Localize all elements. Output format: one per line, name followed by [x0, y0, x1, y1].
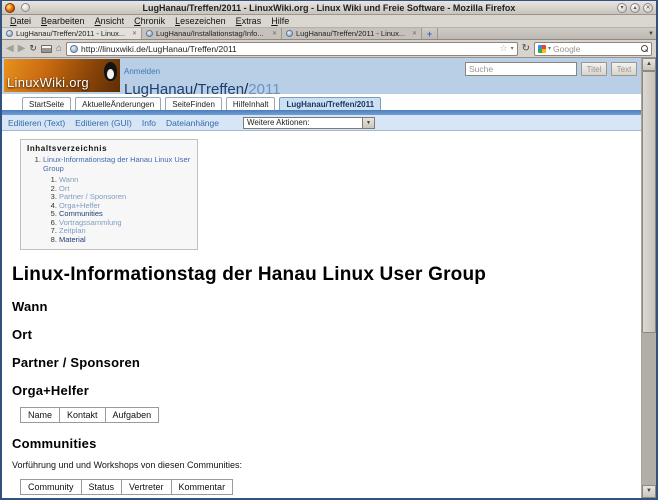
browser-viewport: LinuxWiki.org Anmelden LugHanau/Treffen/… [2, 58, 656, 498]
menu-ansicht[interactable]: Ansicht [90, 16, 130, 26]
list-all-tabs-icon[interactable]: ▼ [648, 28, 654, 39]
logo-text: LinuxWiki.org [7, 75, 89, 90]
reload-button[interactable]: ↻ [522, 43, 530, 54]
breadcrumb-lughanau[interactable]: LugHanau [124, 81, 193, 98]
wiki-header: LinuxWiki.org Anmelden LugHanau/Treffen/… [2, 58, 641, 94]
web-search-input[interactable] [553, 44, 639, 54]
communities-intro: Vorführung und und Workshops von diesen … [12, 460, 631, 470]
tab-close-icon[interactable]: ✕ [272, 30, 277, 37]
tab-hilfeinhalt[interactable]: HilfeInhalt [226, 97, 276, 110]
new-tab-button[interactable]: + [422, 28, 438, 39]
tab-seitefinden[interactable]: SeiteFinden [165, 97, 222, 110]
edit-bar: Editieren (Text) Editieren (GUI) Info Da… [2, 115, 641, 131]
tab-strip: LugHanau/Treffen/2011 - Linux... ✕ LugHa… [2, 28, 656, 40]
section-orga: Orga+Helfer [12, 383, 631, 398]
edit-text-link[interactable]: Editieren (Text) [8, 118, 65, 128]
menu-hilfe[interactable]: Hilfe [266, 16, 294, 26]
article-content: Inhaltsverzeichnis Linux-Informationstag… [2, 131, 641, 498]
linuxwiki-logo[interactable]: LinuxWiki.org [4, 59, 120, 92]
table-row: Name Kontakt Aufgaben [21, 408, 159, 423]
menubar: Datei Bearbeiten Ansicht Chronik Lesezei… [2, 15, 656, 28]
moinmoin-favicon [6, 30, 13, 37]
communities-table: Community Status Vertreter Kommentar [20, 479, 233, 495]
wiki-search-input[interactable] [465, 62, 577, 76]
scroll-down-icon[interactable]: ▼ [642, 485, 656, 498]
toc-link-root[interactable]: Linux-Informationstag der Hanau Linux Us… [43, 155, 190, 173]
tab-current-page[interactable]: LugHanau/Treffen/2011 [279, 97, 381, 110]
info-link[interactable]: Info [142, 118, 156, 128]
back-icon[interactable]: ◀ [6, 44, 14, 54]
section-partner: Partner / Sponsoren [12, 355, 631, 370]
print-icon[interactable] [41, 45, 52, 53]
menu-extras[interactable]: Extras [231, 16, 267, 26]
tab-startseite[interactable]: StartSeite [22, 97, 71, 110]
article-heading: Linux-Informationstag der Hanau Linux Us… [12, 264, 631, 286]
orga-table: Name Kontakt Aufgaben [20, 407, 159, 423]
tab-close-icon[interactable]: ✕ [132, 30, 137, 37]
maximize-button[interactable]: ▴ [630, 3, 640, 13]
attachments-link[interactable]: Dateianhänge [166, 118, 219, 128]
window-titlebar: LugHanau/Treffen/2011 - LinuxWiki.org - … [2, 1, 656, 15]
search-titel-button[interactable]: Titel [581, 62, 607, 76]
search-text-button[interactable]: Text [611, 62, 637, 76]
menu-lesezeichen[interactable]: Lesezeichen [170, 16, 231, 26]
table-of-contents: Inhaltsverzeichnis Linux-Informationstag… [20, 139, 198, 250]
edit-gui-link[interactable]: Editieren (GUI) [75, 118, 132, 128]
section-communities: Communities [12, 436, 631, 451]
scroll-up-icon[interactable]: ▲ [642, 58, 656, 71]
wiki-nav-tabs: StartSeite AktuelleÄnderungen SeiteFinde… [2, 94, 641, 110]
search-bar[interactable]: ▾ [534, 42, 652, 56]
menu-chronik[interactable]: Chronik [129, 16, 170, 26]
browser-tab-3[interactable]: LugHanau/Treffen/2011 - Linux... ✕ [282, 28, 422, 39]
search-engine-dropdown-icon[interactable]: ▾ [548, 45, 551, 52]
window-title: LugHanau/Treffen/2011 - LinuxWiki.org - … [2, 3, 656, 13]
browser-tab-1[interactable]: LugHanau/Treffen/2011 - Linux... ✕ [2, 28, 142, 39]
tux-penguin-icon [104, 62, 117, 81]
scrollbar-track[interactable] [642, 333, 656, 485]
site-favicon [70, 45, 78, 53]
reload-icon[interactable]: ↻ [29, 44, 37, 53]
more-actions-select[interactable]: Weitere Aktionen: ▼ [243, 117, 375, 129]
section-wann: Wann [12, 299, 631, 314]
browser-window: LugHanau/Treffen/2011 - LinuxWiki.org - … [0, 0, 658, 500]
scrollbar-thumb[interactable] [642, 71, 656, 333]
minimize-button[interactable]: ▾ [617, 3, 627, 13]
url-bar[interactable]: http://linuxwiki.de/LugHanau/Treffen/201… [66, 42, 518, 56]
tab-aktuelleaenderungen[interactable]: AktuelleÄnderungen [75, 97, 161, 110]
browser-tab-2[interactable]: LugHanau/Installationstag/Info... ✕ [142, 28, 282, 39]
table-row: Community Status Vertreter Kommentar [21, 480, 233, 495]
tab-close-icon[interactable]: ✕ [412, 30, 417, 37]
vertical-scrollbar[interactable]: ▲ ▼ [641, 58, 656, 498]
navigation-toolbar: ◀ ▶ ↻ ⌂ http://linuxwiki.de/LugHanau/Tre… [2, 40, 656, 58]
moinmoin-favicon [146, 30, 153, 37]
forward-icon[interactable]: ▶ [18, 44, 26, 54]
urlbar-dropdown-icon[interactable]: ▾ [511, 45, 514, 52]
toc-link-material[interactable]: Material [59, 235, 86, 244]
breadcrumb-current: 2011 [248, 81, 280, 98]
google-logo-icon[interactable] [538, 45, 546, 53]
bookmark-star-icon[interactable]: ☆ [500, 43, 508, 54]
close-button[interactable]: ✕ [643, 3, 653, 13]
menu-datei[interactable]: Datei [5, 16, 36, 26]
toc-heading: Inhaltsverzeichnis [27, 144, 191, 153]
page-title: LugHanau/Treffen/2011 [124, 81, 281, 98]
section-ort: Ort [12, 327, 631, 342]
breadcrumb-treffen[interactable]: Treffen [197, 81, 244, 98]
login-link[interactable]: Anmelden [124, 67, 160, 76]
search-magnifier-icon[interactable] [641, 45, 648, 52]
home-icon[interactable]: ⌂ [56, 44, 62, 54]
url-text[interactable]: http://linuxwiki.de/LugHanau/Treffen/201… [81, 44, 497, 54]
menu-bearbeiten[interactable]: Bearbeiten [36, 16, 90, 26]
select-arrow-icon[interactable]: ▼ [362, 118, 374, 128]
moinmoin-favicon [286, 30, 293, 37]
wiki-page: LinuxWiki.org Anmelden LugHanau/Treffen/… [2, 58, 641, 498]
